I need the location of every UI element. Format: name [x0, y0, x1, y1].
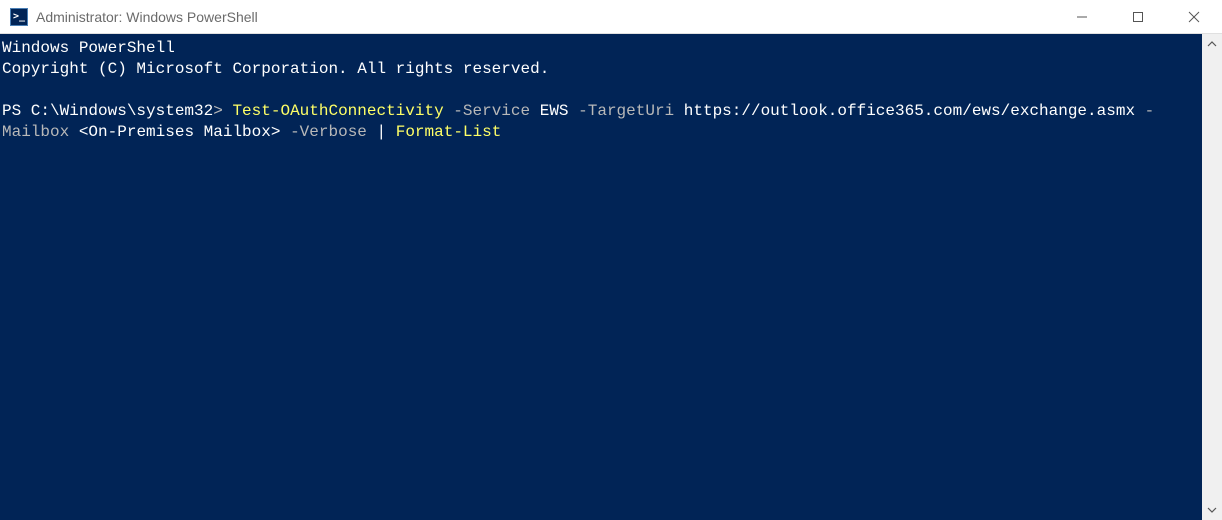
terminal-area: Windows PowerShell Copyright (C) Microso… — [0, 34, 1222, 520]
powershell-icon-glyph: >_ — [13, 11, 25, 22]
scroll-up-arrow[interactable] — [1202, 34, 1222, 54]
vertical-scrollbar[interactable] — [1202, 34, 1222, 520]
param-mailbox-rest: Mailbox — [2, 123, 69, 141]
param-targeturi: -TargetUri — [578, 102, 674, 120]
param-mailbox-dash: - — [1145, 102, 1155, 120]
close-button[interactable] — [1166, 0, 1222, 33]
prompt-arrow: > — [213, 102, 223, 120]
maximize-button[interactable] — [1110, 0, 1166, 33]
pipe-operator: | — [377, 123, 387, 141]
arg-targeturi: https://outlook.office365.com/ews/exchan… — [684, 102, 1135, 120]
window-titlebar: >_ Administrator: Windows PowerShell — [0, 0, 1222, 34]
scroll-track[interactable] — [1202, 54, 1222, 500]
prompt-prefix: PS C:\Windows\system32 — [2, 102, 213, 120]
scroll-down-arrow[interactable] — [1202, 500, 1222, 520]
banner-line-2: Copyright (C) Microsoft Corporation. All… — [2, 60, 549, 78]
param-service: -Service — [453, 102, 530, 120]
param-verbose: -Verbose — [290, 123, 367, 141]
arg-mailbox: <On-Premises Mailbox> — [79, 123, 281, 141]
banner-line-1: Windows PowerShell — [2, 39, 175, 57]
window-title: Administrator: Windows PowerShell — [36, 9, 1054, 25]
cmdlet-test-oauth: Test-OAuthConnectivity — [232, 102, 443, 120]
cmdlet-format-list: Format-List — [396, 123, 502, 141]
window-controls — [1054, 0, 1222, 33]
arg-service: EWS — [540, 102, 569, 120]
powershell-icon: >_ — [10, 8, 28, 26]
terminal[interactable]: Windows PowerShell Copyright (C) Microso… — [0, 34, 1202, 520]
minimize-button[interactable] — [1054, 0, 1110, 33]
